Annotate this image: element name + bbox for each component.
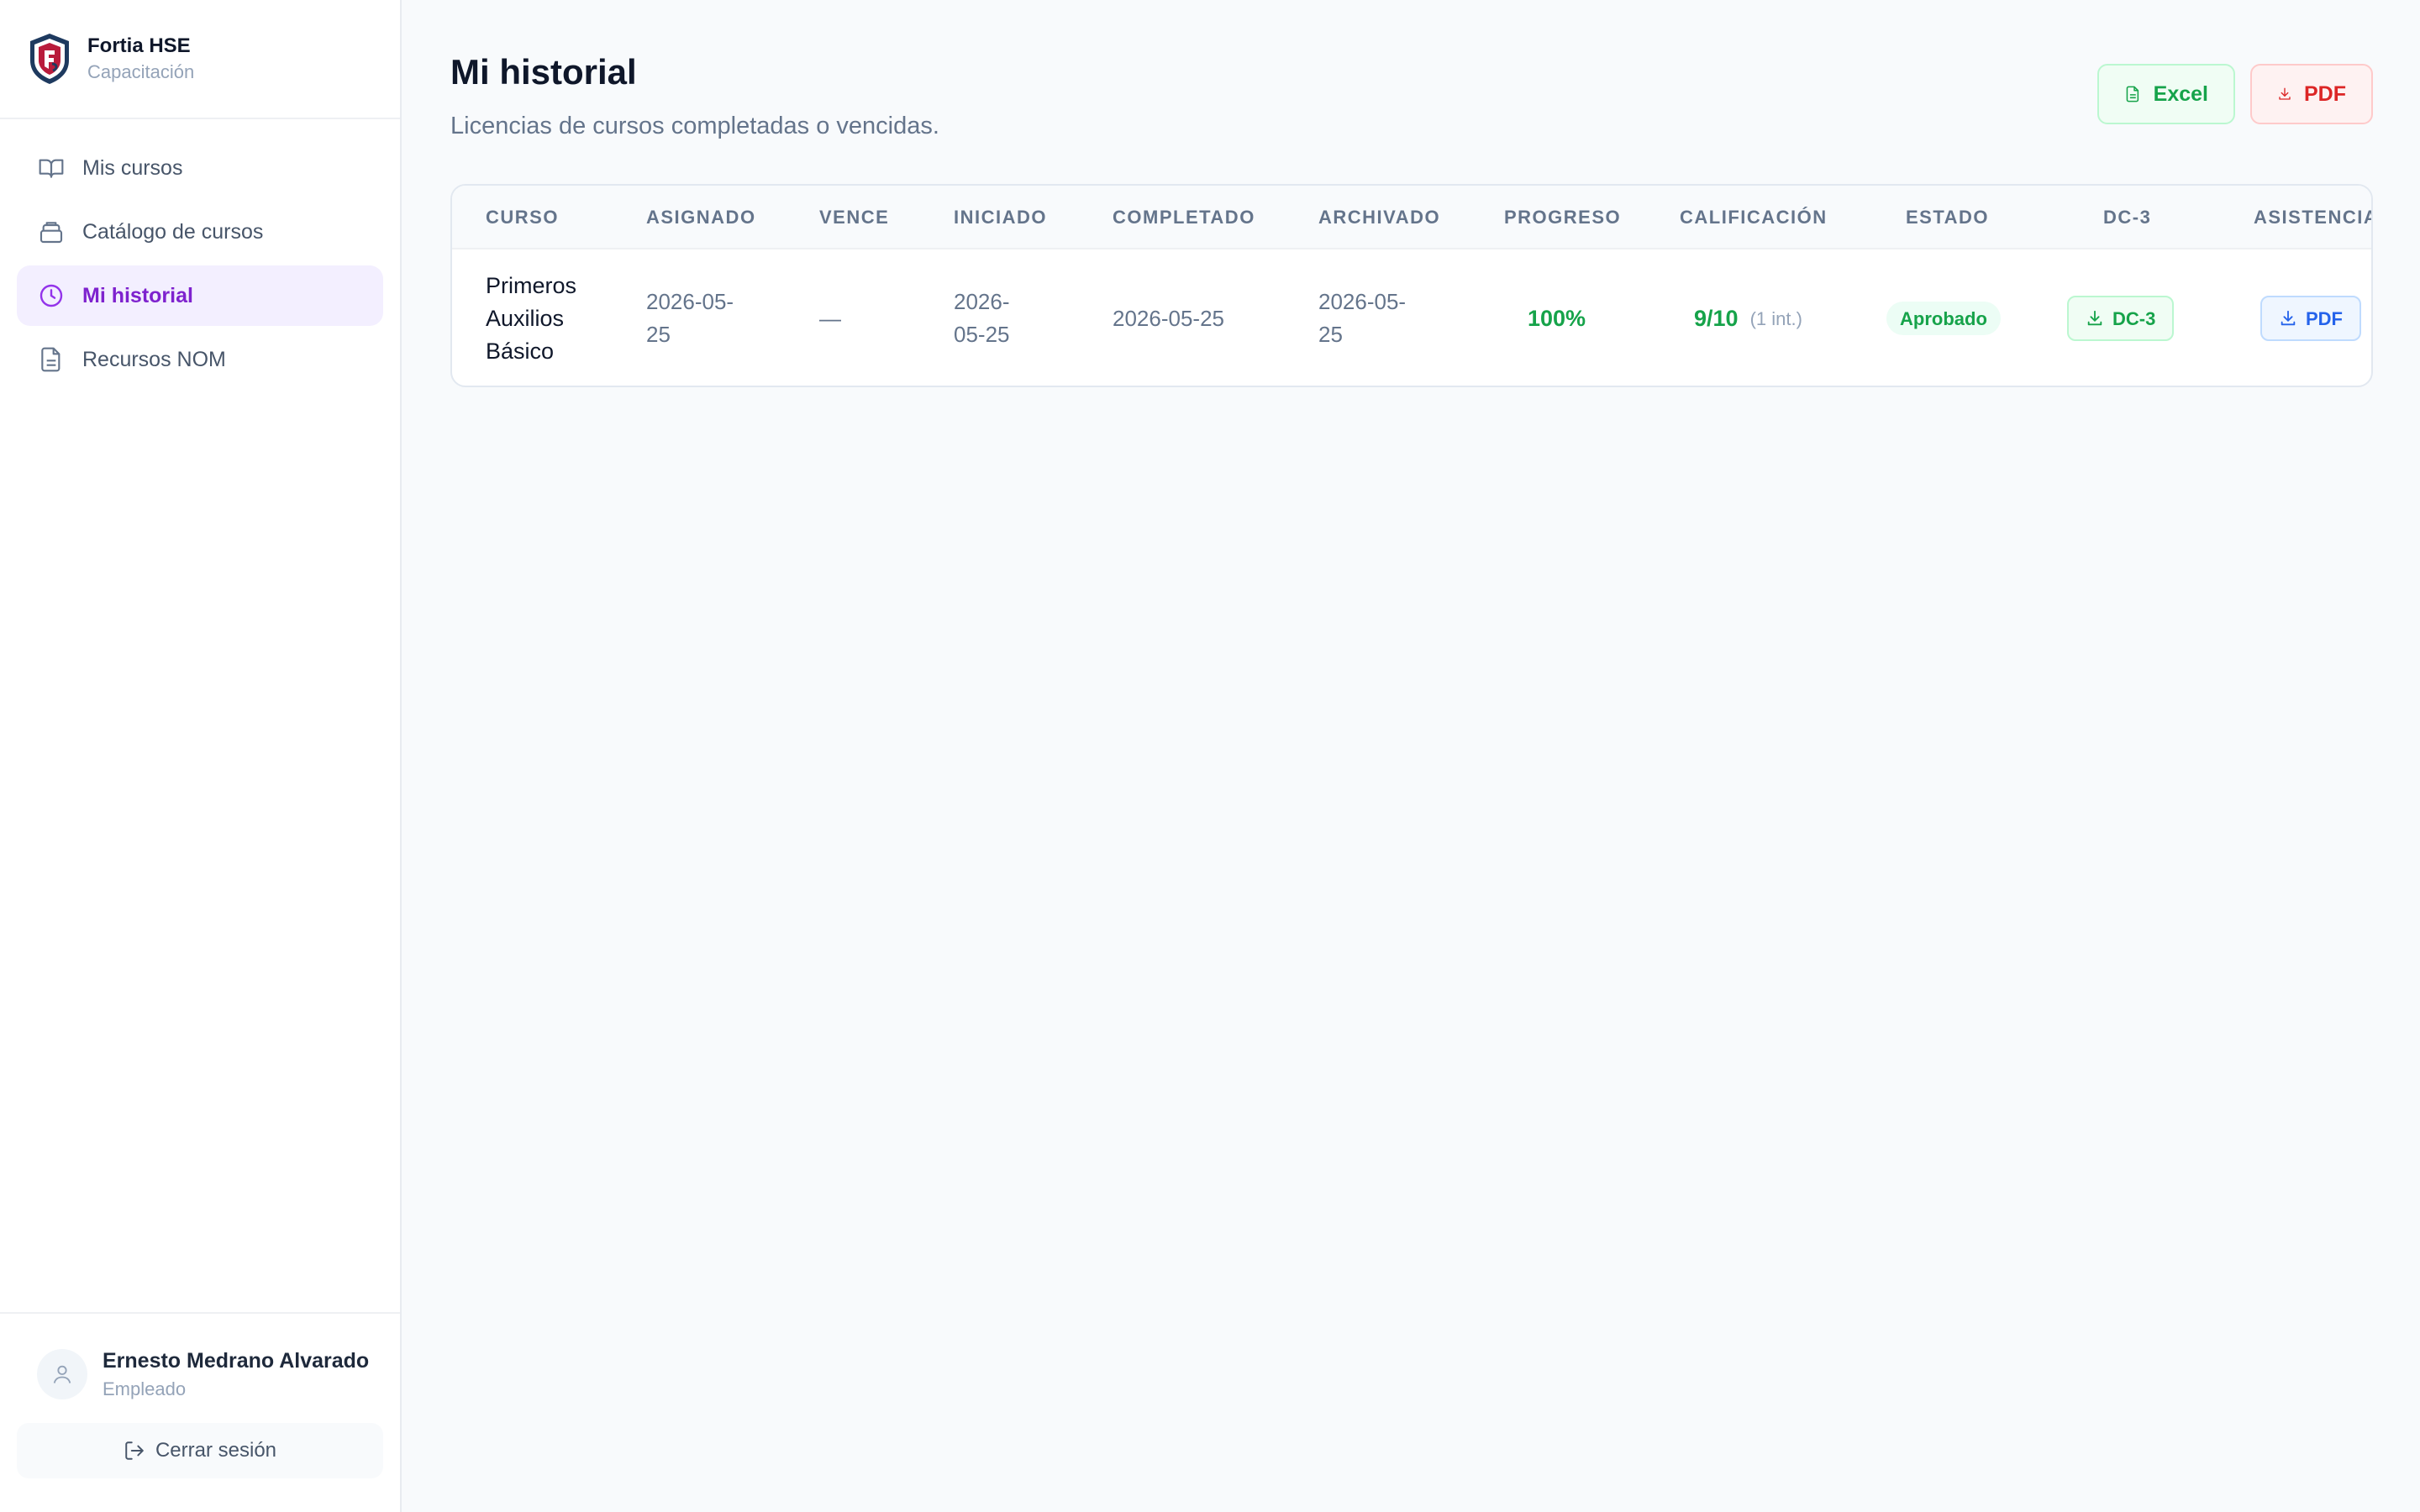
assigned-date-line: 2026-05- bbox=[646, 289, 734, 314]
export-pdf-button[interactable]: PDF bbox=[2250, 64, 2373, 124]
sidebar-item-recursos-nom[interactable]: Recursos NOM bbox=[17, 329, 383, 390]
user-name: Ernesto Medrano Alvarado bbox=[103, 1348, 370, 1373]
cell-status: Aprobado bbox=[1886, 249, 2001, 386]
cell-expires: — bbox=[819, 305, 841, 331]
column-header-asistencia: ASISTENCIA bbox=[2254, 207, 2373, 228]
column-header-curso: CURSO bbox=[486, 207, 559, 228]
course-name-line: Primeros bbox=[486, 272, 577, 298]
sidebar-item-label: Recursos NOM bbox=[82, 347, 226, 371]
archived-date-line: 25 bbox=[1318, 322, 1343, 347]
clock-icon bbox=[37, 281, 66, 310]
avatar bbox=[37, 1349, 87, 1399]
cell-started: 2026- 05-25 bbox=[954, 249, 1010, 386]
cell-course: Primeros Auxilios Básico bbox=[486, 249, 577, 386]
dc3-download-button[interactable]: DC-3 bbox=[2067, 296, 2175, 341]
cell-grade: 9/10 (1 int.) bbox=[1694, 249, 1802, 386]
history-table: CURSO ASIGNADO VENCE INICIADO COMPLETADO… bbox=[450, 184, 2373, 387]
cell-attendance: PDF bbox=[2260, 249, 2361, 386]
column-header-completado: COMPLETADO bbox=[1113, 207, 1255, 228]
cell-assigned: 2026-05- 25 bbox=[646, 249, 734, 386]
attendance-pdf-label: PDF bbox=[2306, 307, 2343, 329]
user-role: Empleado bbox=[103, 1378, 187, 1399]
brand: Fortia HSE Capacitación bbox=[0, 0, 400, 119]
table-header: CURSO ASIGNADO VENCE INICIADO COMPLETADO… bbox=[452, 186, 2371, 249]
cell-archived: 2026-05- 25 bbox=[1318, 249, 1407, 386]
started-date-line: 2026- bbox=[954, 289, 1010, 314]
page-title: Mi historial bbox=[450, 52, 637, 92]
sidebar-footer: Ernesto Medrano Alvarado Empleado Cerrar… bbox=[0, 1312, 400, 1512]
column-header-asignado: ASIGNADO bbox=[646, 207, 756, 228]
sidebar-item-mis-cursos[interactable]: Mis cursos bbox=[17, 138, 383, 198]
sidebar: Fortia HSE Capacitación Mis cursos Catál… bbox=[0, 0, 402, 1512]
main-content: Mi historial Licencias de cursos complet… bbox=[402, 0, 2420, 1512]
download-icon bbox=[2281, 310, 2296, 326]
logout-button[interactable]: Cerrar sesión bbox=[17, 1423, 383, 1478]
column-header-estado: ESTADO bbox=[1906, 207, 1990, 228]
column-header-archivado: ARCHIVADO bbox=[1318, 207, 1441, 228]
spreadsheet-file-icon bbox=[2126, 86, 2139, 102]
attendance-pdf-button[interactable]: PDF bbox=[2260, 296, 2361, 341]
user-profile: Ernesto Medrano Alvarado Empleado bbox=[17, 1334, 383, 1415]
grade-attempts: (1 int.) bbox=[1749, 307, 1802, 329]
course-name-line: Básico bbox=[486, 338, 555, 364]
assigned-date-line: 25 bbox=[646, 322, 671, 347]
column-header-vence: VENCE bbox=[819, 207, 890, 228]
brand-subtitle: Capacitación bbox=[87, 61, 195, 82]
sidebar-item-catalogo[interactable]: Catálogo de cursos bbox=[17, 202, 383, 262]
download-icon bbox=[2279, 87, 2291, 100]
column-header-iniciado: INICIADO bbox=[954, 207, 1047, 228]
logout-label: Cerrar sesión bbox=[155, 1439, 277, 1462]
page-subtitle: Licencias de cursos completadas o vencid… bbox=[450, 113, 939, 139]
export-pdf-label: PDF bbox=[2304, 81, 2346, 106]
column-header-calificacion: CALIFICACIÓN bbox=[1680, 207, 1828, 228]
user-icon bbox=[53, 1365, 71, 1383]
sidebar-item-mi-historial[interactable]: Mi historial bbox=[17, 265, 383, 326]
archived-date-line: 2026-05- bbox=[1318, 289, 1407, 314]
progress-value: 100% bbox=[1528, 305, 1586, 331]
column-header-dc3: DC-3 bbox=[2103, 207, 2152, 228]
sidebar-nav: Mis cursos Catálogo de cursos Mi histori… bbox=[0, 119, 400, 412]
cell-dc3: DC-3 bbox=[2067, 249, 2175, 386]
sidebar-item-label: Mi historial bbox=[82, 283, 193, 307]
cell-completed: 2026-05-25 bbox=[1113, 305, 1224, 331]
column-header-progreso: PROGRESO bbox=[1504, 207, 1622, 228]
table-row: Primeros Auxilios Básico 2026-05- 25 — 2… bbox=[452, 249, 2371, 386]
brand-name: Fortia HSE bbox=[87, 34, 191, 57]
logout-icon bbox=[125, 1441, 144, 1460]
document-icon bbox=[37, 345, 66, 374]
sidebar-item-label: Mis cursos bbox=[82, 155, 183, 180]
export-excel-button[interactable]: Excel bbox=[2097, 64, 2235, 124]
course-name-line: Auxilios bbox=[486, 305, 565, 331]
cell-progress: 100% bbox=[1528, 249, 1586, 386]
app-root: Fortia HSE Capacitación Mis cursos Catál… bbox=[0, 0, 2420, 1512]
export-actions: Excel PDF bbox=[2097, 64, 2373, 124]
download-icon bbox=[2087, 310, 2102, 326]
started-date-line: 05-25 bbox=[954, 322, 1010, 347]
book-open-icon bbox=[37, 154, 66, 182]
status-badge: Aprobado bbox=[1886, 302, 2001, 335]
export-excel-label: Excel bbox=[2153, 81, 2208, 106]
grade-value: 9/10 bbox=[1694, 305, 1739, 331]
dc3-download-label: DC-3 bbox=[2112, 307, 2156, 329]
catalog-icon bbox=[37, 218, 66, 246]
fortia-shield-logo-icon bbox=[30, 34, 69, 84]
sidebar-item-label: Catálogo de cursos bbox=[82, 219, 264, 244]
